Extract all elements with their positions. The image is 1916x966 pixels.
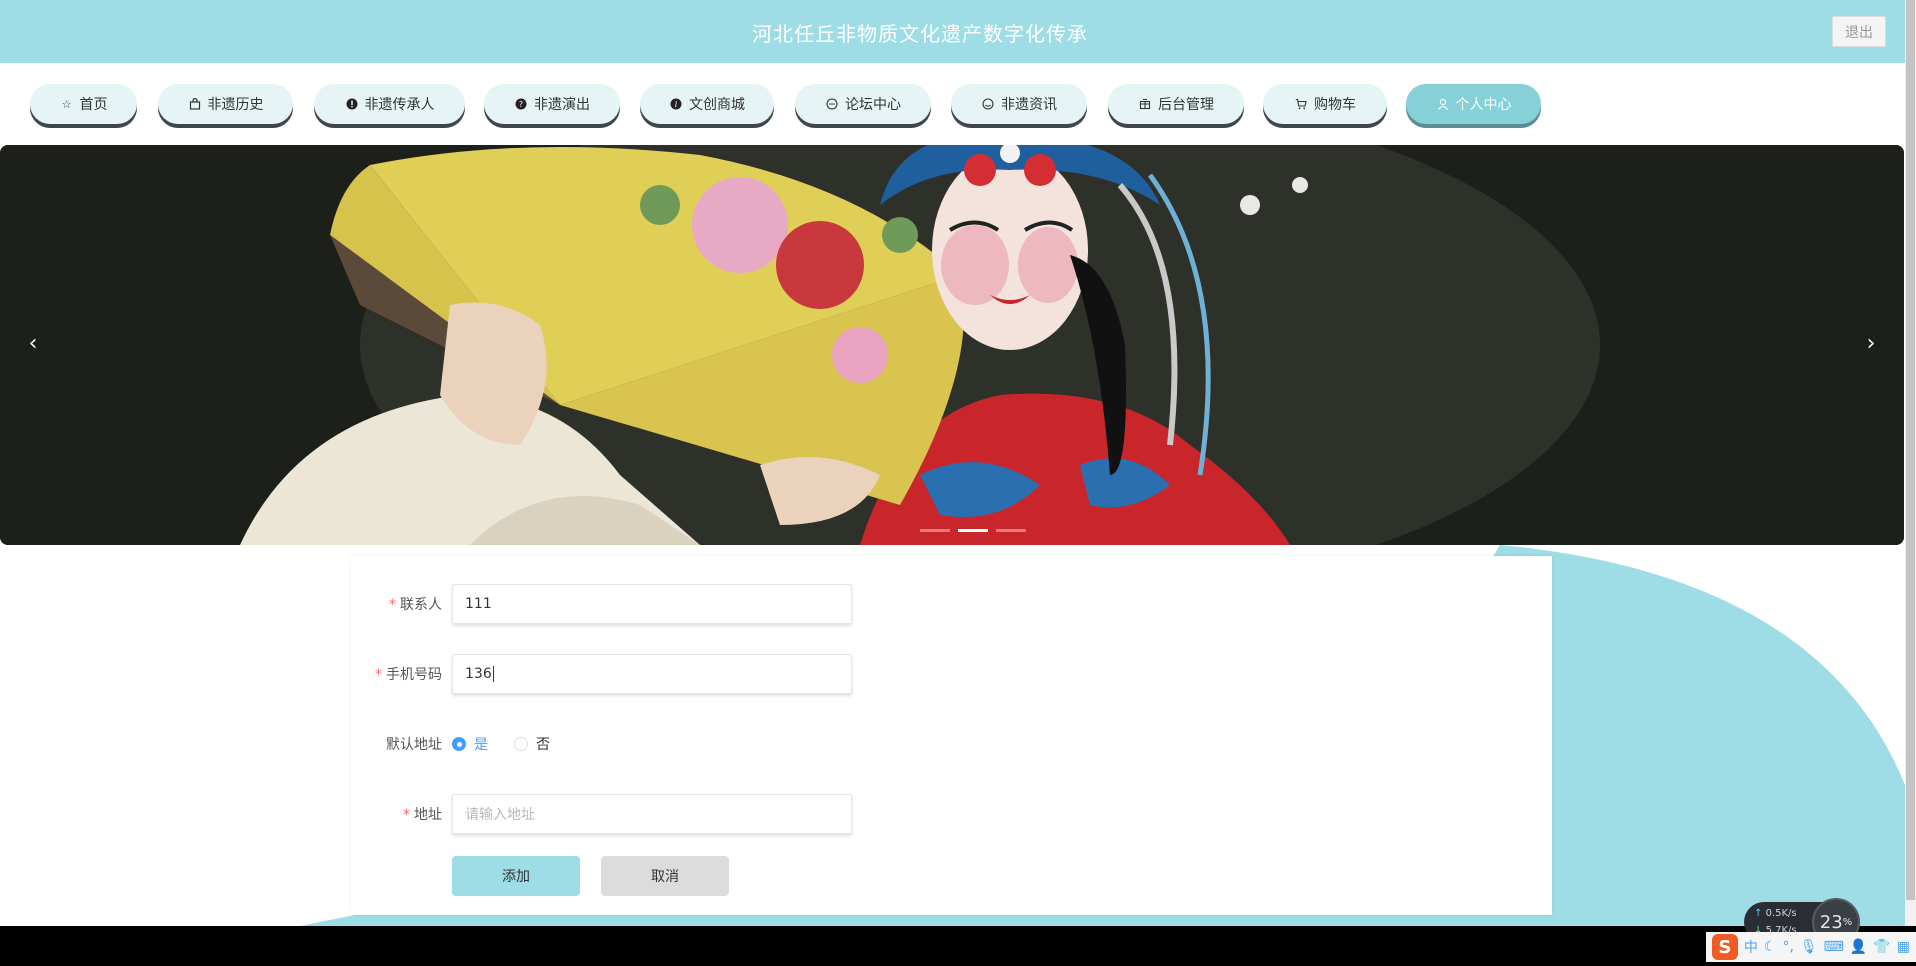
carousel-next-button[interactable]: › [1853, 325, 1889, 361]
nav-label: 非遗资讯 [1001, 97, 1057, 113]
nav-label: 个人中心 [1455, 97, 1512, 113]
user-icon [1436, 97, 1450, 111]
carousel-dot[interactable] [996, 529, 1026, 532]
sogou-ime-icon[interactable]: S [1711, 934, 1738, 960]
phone-input[interactable]: 136 [452, 654, 852, 694]
nav-label: 非遗历史 [207, 97, 264, 113]
nav-item-profile[interactable]: 个人中心 [1406, 84, 1541, 124]
required-star: * [389, 597, 396, 613]
bag-icon [188, 97, 202, 111]
cancel-button[interactable]: 取消 [601, 856, 729, 896]
moon-icon[interactable]: ☾ [1764, 939, 1777, 955]
scrollbar-thumb[interactable] [1906, 0, 1915, 900]
address-form-panel: * 联系人 111 * 手机号码 136 默认地址 是 否 * 地址 请输入地址 添加… [351, 556, 1552, 915]
system-tray: S 中 ☾ °, 🎙 ⌨ 👤 👕 ▦ [1705, 932, 1916, 962]
question-icon: ? [514, 97, 528, 111]
radio-button [514, 737, 528, 751]
ime-mode-label[interactable]: 中 [1744, 937, 1758, 957]
chevron-right-icon: › [1866, 330, 1876, 356]
cart-icon [1294, 97, 1308, 111]
address-input[interactable]: 请输入地址 [452, 794, 852, 834]
nav-item-news[interactable]: 非遗资讯 [951, 84, 1087, 124]
required-star: * [375, 667, 382, 683]
text-caret [492, 666, 494, 682]
upload-speed: ↑ 0.5K/s [1754, 908, 1797, 919]
star-icon: ☆ [61, 97, 72, 111]
contact-label: * 联系人 [389, 597, 442, 613]
nav-item-cart[interactable]: 购物车 [1263, 84, 1387, 124]
chat-icon [825, 97, 839, 111]
exclamation-icon [345, 97, 359, 111]
os-taskbar [0, 926, 1916, 966]
phone-label: * 手机号码 [375, 667, 442, 683]
chevron-left-icon: ‹ [28, 330, 38, 356]
nav-label: 后台管理 [1158, 97, 1214, 113]
nav-label: 论坛中心 [845, 97, 901, 113]
nav-item-forum[interactable]: 论坛中心 [795, 84, 931, 124]
grid-icon[interactable]: ▦ [1897, 939, 1910, 955]
address-row: * 地址 请输入地址 [351, 794, 852, 834]
shirt-icon[interactable]: 👕 [1873, 939, 1890, 955]
nav-label: 非遗传承人 [364, 97, 435, 113]
upload-arrow-icon: ↑ [1754, 908, 1763, 919]
punctuation-icon[interactable]: °, [1782, 939, 1793, 955]
phone-row: * 手机号码 136 [351, 654, 852, 694]
nav-label: 首页 [79, 97, 108, 113]
carousel-dot[interactable] [920, 529, 950, 532]
microphone-icon[interactable]: 🎙 [1800, 939, 1818, 955]
svg-text:?: ? [519, 100, 523, 109]
default-address-row: 默认地址 是 否 [351, 724, 576, 764]
default-address-label: 默认地址 [386, 737, 442, 753]
phone-input-value: 136 [465, 666, 492, 682]
nav-item-inheritors[interactable]: 非遗传承人 [314, 84, 465, 124]
person-icon[interactable]: 👤 [1850, 939, 1867, 955]
carousel-dot-active[interactable] [958, 529, 988, 532]
page-scrollbar[interactable] [1905, 0, 1916, 926]
contact-row: * 联系人 111 [351, 584, 852, 624]
nav-item-shop[interactable]: i 文创商城 [640, 84, 774, 124]
radio-no[interactable]: 否 [514, 734, 550, 754]
info-icon: i [669, 97, 683, 111]
keyboard-icon[interactable]: ⌨ [1824, 939, 1844, 955]
nav-item-history[interactable]: 非遗历史 [158, 84, 293, 124]
smile-icon [981, 97, 995, 111]
svg-text:i: i [675, 100, 678, 109]
nav-label: 购物车 [1314, 97, 1356, 113]
add-button[interactable]: 添加 [452, 856, 580, 896]
opera-performer-image [0, 145, 1904, 545]
banner-carousel[interactable]: ‹ › [0, 145, 1904, 545]
nav-label: 非遗演出 [534, 97, 590, 113]
header-bar: 河北任丘非物质文化遗产数字化传承 退出 [0, 0, 1905, 63]
nav-label: 文创商城 [689, 97, 745, 113]
radio-label: 是 [474, 737, 488, 753]
radio-button [452, 737, 466, 751]
logout-button[interactable]: 退出 [1832, 16, 1886, 47]
carousel-prev-button[interactable]: ‹ [15, 325, 51, 361]
nav-item-admin[interactable]: 后台管理 [1108, 84, 1244, 124]
box-icon [1138, 97, 1152, 111]
radio-yes[interactable]: 是 [452, 734, 488, 754]
nav-item-home[interactable]: ☆ 首页 [30, 84, 137, 124]
contact-input[interactable]: 111 [452, 584, 852, 624]
site-title: 河北任丘非物质文化遗产数字化传承 [752, 22, 1088, 46]
radio-label: 否 [536, 737, 550, 753]
address-label: * 地址 [403, 807, 442, 823]
nav-item-performances[interactable]: ? 非遗演出 [484, 84, 620, 124]
carousel-indicators [920, 529, 1026, 532]
required-star: * [403, 807, 410, 823]
